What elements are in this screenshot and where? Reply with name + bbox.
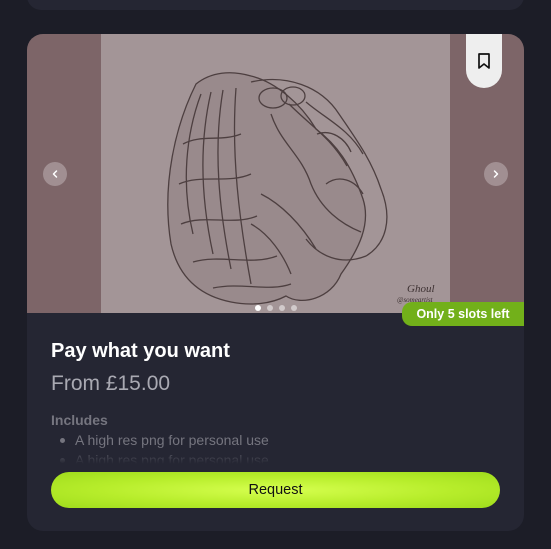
includes-list: A high res png for personal use A high r… [51,430,515,464]
listing-card: Ghoul @someartist Only 5 slots left Pay … [27,34,524,531]
chevron-left-icon [52,170,58,178]
slots-remaining-badge: Only 5 slots left [402,302,524,326]
includes-heading: Includes [51,412,108,428]
bookmark-button[interactable] [466,34,502,88]
carousel-next-button[interactable] [484,162,508,186]
carousel-dot[interactable] [254,305,261,311]
bookmark-icon [478,53,490,69]
carousel-dot[interactable] [290,305,297,311]
listing-title: Pay what you want [51,340,230,362]
chevron-right-icon [493,170,499,178]
listing-price: From £15.00 [51,372,171,395]
image-carousel[interactable]: Ghoul @someartist [27,34,524,313]
previous-card [27,0,524,10]
request-button[interactable]: Request [51,472,500,508]
carousel-dot[interactable] [266,305,273,311]
includes-item: A high res png for personal use [60,450,515,464]
artwork-image: Ghoul @someartist [101,34,450,313]
includes-item: A high res png for personal use [60,430,515,450]
carousel-dot[interactable] [278,305,285,311]
carousel-prev-button[interactable] [43,162,67,186]
svg-text:Ghoul: Ghoul [407,283,435,295]
